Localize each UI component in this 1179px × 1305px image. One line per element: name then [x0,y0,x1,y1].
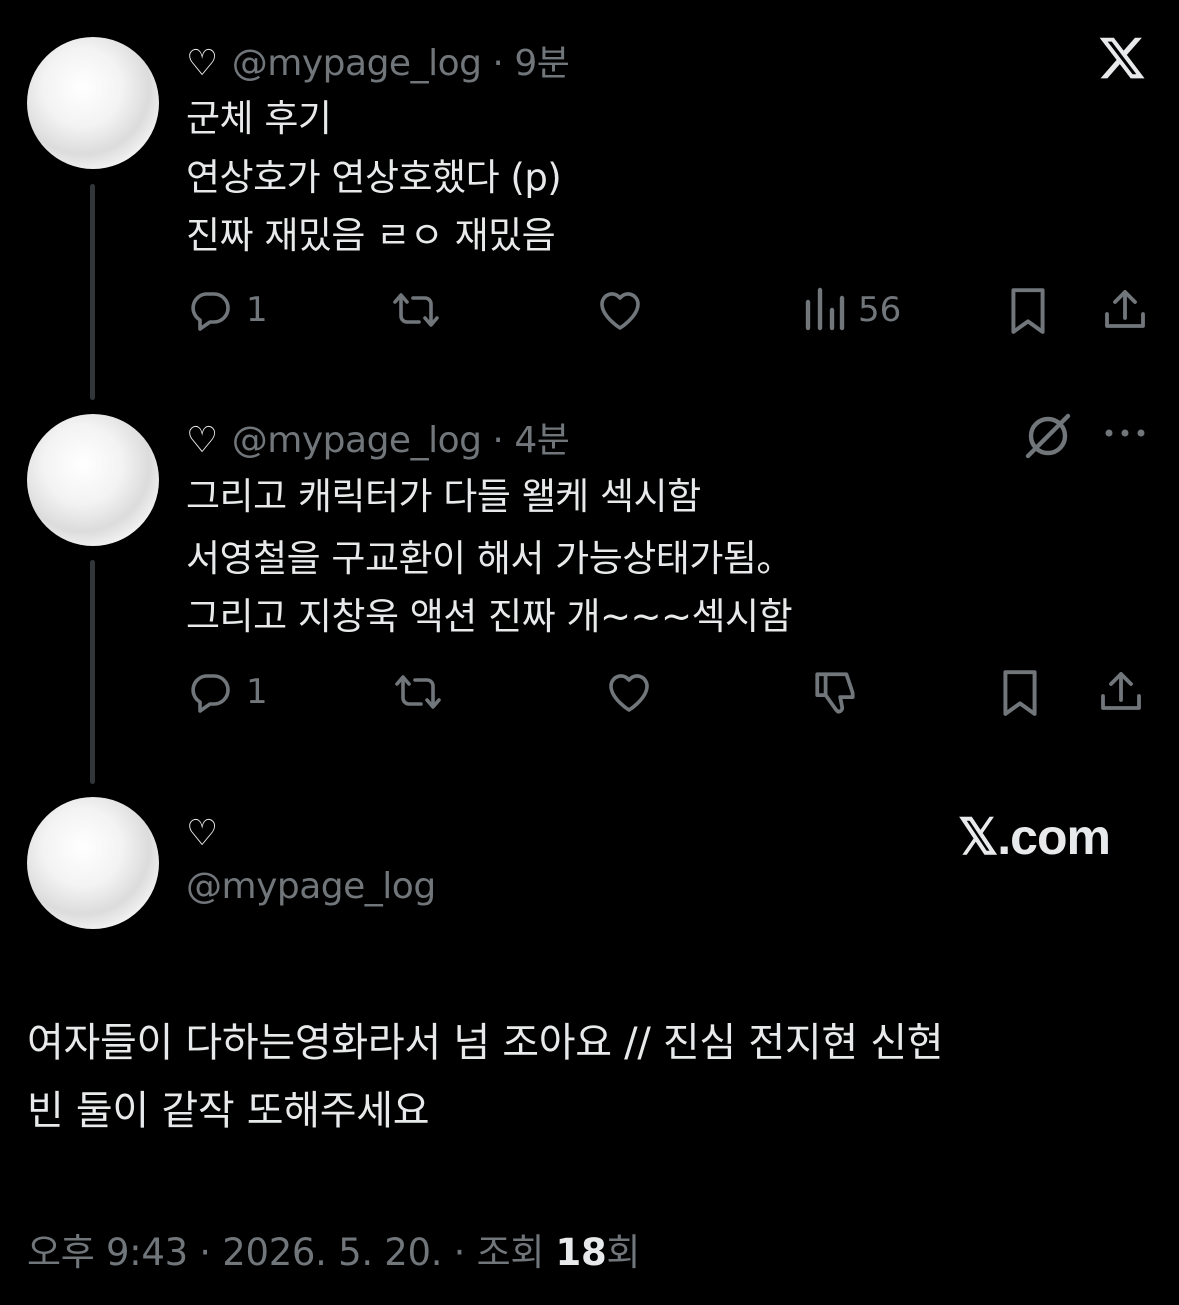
like-button[interactable] [594,286,646,334]
bookmark-button[interactable] [1005,286,1051,336]
share-icon [1101,285,1149,335]
views-count: 18 [555,1231,607,1274]
reply-button[interactable]: 1 [186,668,268,716]
reply-icon [186,668,234,716]
retweet-button[interactable] [391,668,445,716]
views-suffix: 회 [606,1231,641,1274]
bookmark-icon [1005,286,1051,336]
tweet-text-line: 연상호가 연상호했다 (p) [186,156,562,199]
bookmark-button[interactable] [997,668,1043,718]
reply-count: 1 [246,672,268,712]
retweet-button[interactable] [389,286,443,334]
x-logo-icon[interactable] [1097,33,1147,87]
meta-separator: · [492,420,504,461]
meta-separator: · [492,43,504,84]
user-handle[interactable]: @mypage_log [232,43,482,84]
tweet-text-line: 그리고 캐릭터가 다들 왤케 섹시함 [186,475,701,518]
tweet-time[interactable]: 9분 [514,43,570,84]
tweet-time[interactable]: 4분 [514,420,570,461]
timestamp[interactable]: 오후 9:43 · 2026. 5. 20. · 조회 [27,1231,556,1274]
views-icon [802,286,846,334]
dislike-icon [811,668,861,718]
share-button[interactable] [1097,667,1145,717]
like-icon [594,286,646,334]
views-button[interactable]: 56 [802,286,901,334]
retweet-icon [391,668,445,716]
tweet-timestamp-views: 오후 9:43 · 2026. 5. 20. · 조회 18회 [27,1222,640,1276]
display-name[interactable]: ♡ [186,813,218,854]
like-button[interactable] [603,668,655,716]
dislike-button[interactable] [811,668,861,718]
bookmark-icon [997,668,1043,718]
avatar[interactable] [27,37,159,169]
retweet-icon [389,286,443,334]
tweet-text-line: 그리고 지창욱 액션 진짜 개~~~섹시함 [186,595,793,638]
tweet-text-line: 진짜 재밌음 ㄹㅇ 재밌음 [186,214,556,257]
thread-line [90,560,95,784]
reply-button[interactable]: 1 [186,286,268,334]
more-icon[interactable] [1103,424,1147,446]
main-tweet-text-line: 빈 둘이 같작 또해주세요 [27,1088,430,1134]
grok-icon[interactable] [1020,408,1076,468]
user-handle[interactable]: @mypage_log [186,866,436,907]
display-name[interactable]: ♡ [186,420,218,461]
avatar[interactable] [27,797,159,929]
like-icon [603,668,655,716]
tweet-meta: ♡ @mypage_log · 4분 [186,411,570,463]
reply-icon [186,286,234,334]
share-button[interactable] [1101,285,1149,335]
share-icon [1097,667,1145,717]
avatar[interactable] [27,414,159,546]
thread-line [90,184,95,400]
tweet-meta: ♡ @mypage_log · 9분 [186,34,570,86]
reply-count: 1 [246,290,268,330]
display-name[interactable]: ♡ [186,43,218,84]
main-tweet-text-line: 여자들이 다하는영화라서 넘 조아요 // 진심 전지현 신현 [27,1020,944,1066]
tweet-text-line: 군체 후기 [186,97,332,140]
x-com-brand: 𝕏.com [958,809,1111,865]
user-handle[interactable]: @mypage_log [232,420,482,461]
views-count: 56 [858,290,902,330]
tweet-text-line: 서영철을 구교환이 해서 가능상태가됨。 [186,537,793,580]
